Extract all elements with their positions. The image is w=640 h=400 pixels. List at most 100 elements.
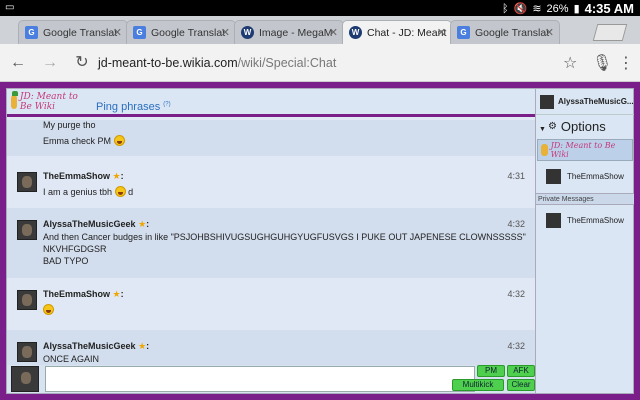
pm-button[interactable]: PM: [477, 365, 505, 377]
current-user-name: AlyssaTheMusicG...: [558, 97, 634, 106]
message-user[interactable]: TheEmmaShow ★:: [43, 289, 124, 300]
private-user-theemmashow[interactable]: TheEmmaShow: [536, 209, 634, 231]
close-icon[interactable]: ✕: [221, 26, 230, 39]
google-translate-icon: G: [133, 26, 146, 39]
wikia-icon: W: [241, 26, 254, 39]
pineapple-icon: [11, 91, 18, 109]
reload-icon[interactable]: ↻: [72, 53, 92, 73]
logo-text: JD: Meant to Be Wiki: [19, 92, 78, 112]
forward-arrow-icon[interactable]: →: [40, 53, 60, 73]
afk-button[interactable]: AFK: [507, 365, 535, 377]
close-icon[interactable]: ✕: [113, 26, 122, 39]
avatar: [546, 168, 561, 184]
user-sidebar: AlyssaTheMusicG... ▼ ⚙ Options JD: Meant…: [535, 89, 634, 393]
sidebar-user-name: TheEmmaShow: [567, 171, 624, 181]
message-time: 4:32: [507, 289, 525, 299]
microphone-icon[interactable]: 🎙: [592, 53, 612, 73]
url-path: /wiki/Special:Chat: [237, 56, 337, 70]
tab-strip: G Google Translat ✕ G Google Translat ✕ …: [0, 16, 640, 44]
caret-down-icon: ▼: [539, 126, 546, 133]
avatar[interactable]: [17, 172, 37, 192]
status-bar: ▭ ᛒ 🔇 ≋ 26% ▮ 4:35 AM: [0, 0, 640, 16]
new-tab-button[interactable]: [592, 24, 628, 41]
wikia-icon: W: [349, 26, 362, 39]
message-list[interactable]: My purge tho Emma check PM TheEmmaShow ★…: [7, 120, 535, 365]
options-label: Options: [560, 118, 606, 134]
tab-google-translate-3[interactable]: G Google Translat ✕: [450, 20, 560, 44]
close-icon[interactable]: ✕: [329, 26, 338, 39]
wifi-icon: ≋: [532, 3, 542, 15]
message-user[interactable]: TheEmmaShow ★:: [43, 171, 124, 182]
message-text-line: I am a genius tbh d: [43, 186, 134, 197]
chat-input-bar: PM AFK Multikick Clear: [7, 365, 535, 393]
message-text: And then Cancer budges in like "PSJOHBSH…: [43, 232, 526, 242]
chat-message: AlyssaTheMusicGeek ★: 4:32 And then Canc…: [7, 208, 535, 278]
chat-message: TheEmmaShow ★: 4:32: [7, 278, 535, 330]
main-room-entry[interactable]: JD: Meant to Be Wiki: [537, 139, 633, 161]
chat-header: JD: Meant to Be Wiki Ping phrases (?): [7, 89, 535, 117]
self-avatar: [11, 366, 39, 392]
message-text: My purge tho: [43, 120, 96, 130]
avatar[interactable]: [17, 342, 37, 362]
battery-level: 26%: [546, 2, 569, 15]
current-user[interactable]: AlyssaTheMusicG...: [536, 89, 634, 115]
chat-message: TheEmmaShow ★: 4:31 I am a genius tbh d: [7, 156, 535, 208]
grin-emoji-icon: [113, 135, 125, 146]
tab-title: Google Translat: [475, 26, 550, 39]
message-user[interactable]: AlyssaTheMusicGeek ★:: [43, 219, 149, 230]
tab-title: Google Translat: [43, 26, 118, 39]
avatar[interactable]: [17, 290, 37, 310]
mute-icon: 🔇: [513, 3, 528, 15]
multikick-button[interactable]: Multikick: [452, 379, 504, 391]
tab-chat-active[interactable]: W Chat - JD: Meant ✕: [342, 20, 452, 44]
sidebar-user-theemmashow[interactable]: TheEmmaShow: [536, 165, 634, 187]
tab-title: Image - MegaM: [259, 26, 333, 39]
tab-image-megam[interactable]: W Image - MegaM ✕: [234, 20, 344, 44]
laugh-emoji-icon: [43, 304, 54, 315]
options-menu[interactable]: ▼ ⚙ Options: [536, 117, 634, 135]
close-icon[interactable]: ✕: [437, 26, 446, 39]
private-messages-header: Private Messages: [536, 193, 634, 205]
message-text: BAD TYPO: [43, 256, 89, 266]
message-time: 4:31: [507, 171, 525, 181]
message-text: NKVHFGDGSR: [43, 244, 107, 254]
chat-message: AlyssaTheMusicGeek ★: 4:32 ONCE AGAIN: [7, 330, 535, 365]
clear-button[interactable]: Clear: [507, 379, 535, 391]
clock: 4:35 AM: [584, 1, 634, 16]
message-text: ONCE AGAIN: [43, 354, 100, 364]
chat-message: My purge tho Emma check PM: [7, 120, 535, 156]
screen-mirror-icon: ▭: [5, 2, 15, 13]
ping-phrases-link[interactable]: Ping phrases (?): [96, 101, 171, 113]
tab-google-translate-2[interactable]: G Google Translat ✕: [126, 20, 236, 44]
private-user-name: TheEmmaShow: [567, 215, 624, 225]
message-text-line: [43, 304, 54, 315]
message-text-line: Emma check PM: [43, 135, 125, 146]
star-icon: ★: [138, 341, 147, 351]
main-room-label: JD: Meant to Be Wiki: [550, 141, 616, 159]
message-input[interactable]: [45, 366, 475, 392]
avatar[interactable]: [17, 220, 37, 240]
url-host: jd-meant-to-be.wikia.com: [98, 56, 238, 70]
message-time: 4:32: [507, 341, 525, 351]
google-translate-icon: G: [25, 26, 38, 39]
wiki-logo[interactable]: JD: Meant to Be Wiki: [11, 91, 91, 113]
ping-help[interactable]: (?): [163, 101, 170, 107]
avatar: [540, 94, 554, 109]
avatar: [546, 212, 561, 228]
google-translate-icon: G: [457, 26, 470, 39]
star-icon: ★: [112, 171, 121, 181]
close-icon[interactable]: ✕: [545, 26, 554, 39]
options-icon: ⚙: [547, 120, 557, 132]
message-user[interactable]: AlyssaTheMusicGeek ★:: [43, 341, 149, 352]
tab-google-translate-1[interactable]: G Google Translat ✕: [18, 20, 128, 44]
back-arrow-icon[interactable]: ←: [8, 53, 28, 73]
menu-icon[interactable]: ⋮: [618, 53, 634, 73]
chat-window: JD: Meant to Be Wiki Ping phrases (?) My…: [6, 88, 634, 394]
star-icon: ★: [112, 289, 121, 299]
tab-title: Chat - JD: Meant: [367, 26, 447, 39]
bluetooth-icon: ᛒ: [502, 2, 509, 15]
bookmark-star-icon[interactable]: ☆: [563, 53, 577, 73]
battery-icon: ▮: [573, 3, 580, 15]
url-bar[interactable]: jd-meant-to-be.wikia.com/wiki/Special:Ch…: [98, 50, 538, 76]
laugh-emoji-icon: [114, 186, 126, 197]
